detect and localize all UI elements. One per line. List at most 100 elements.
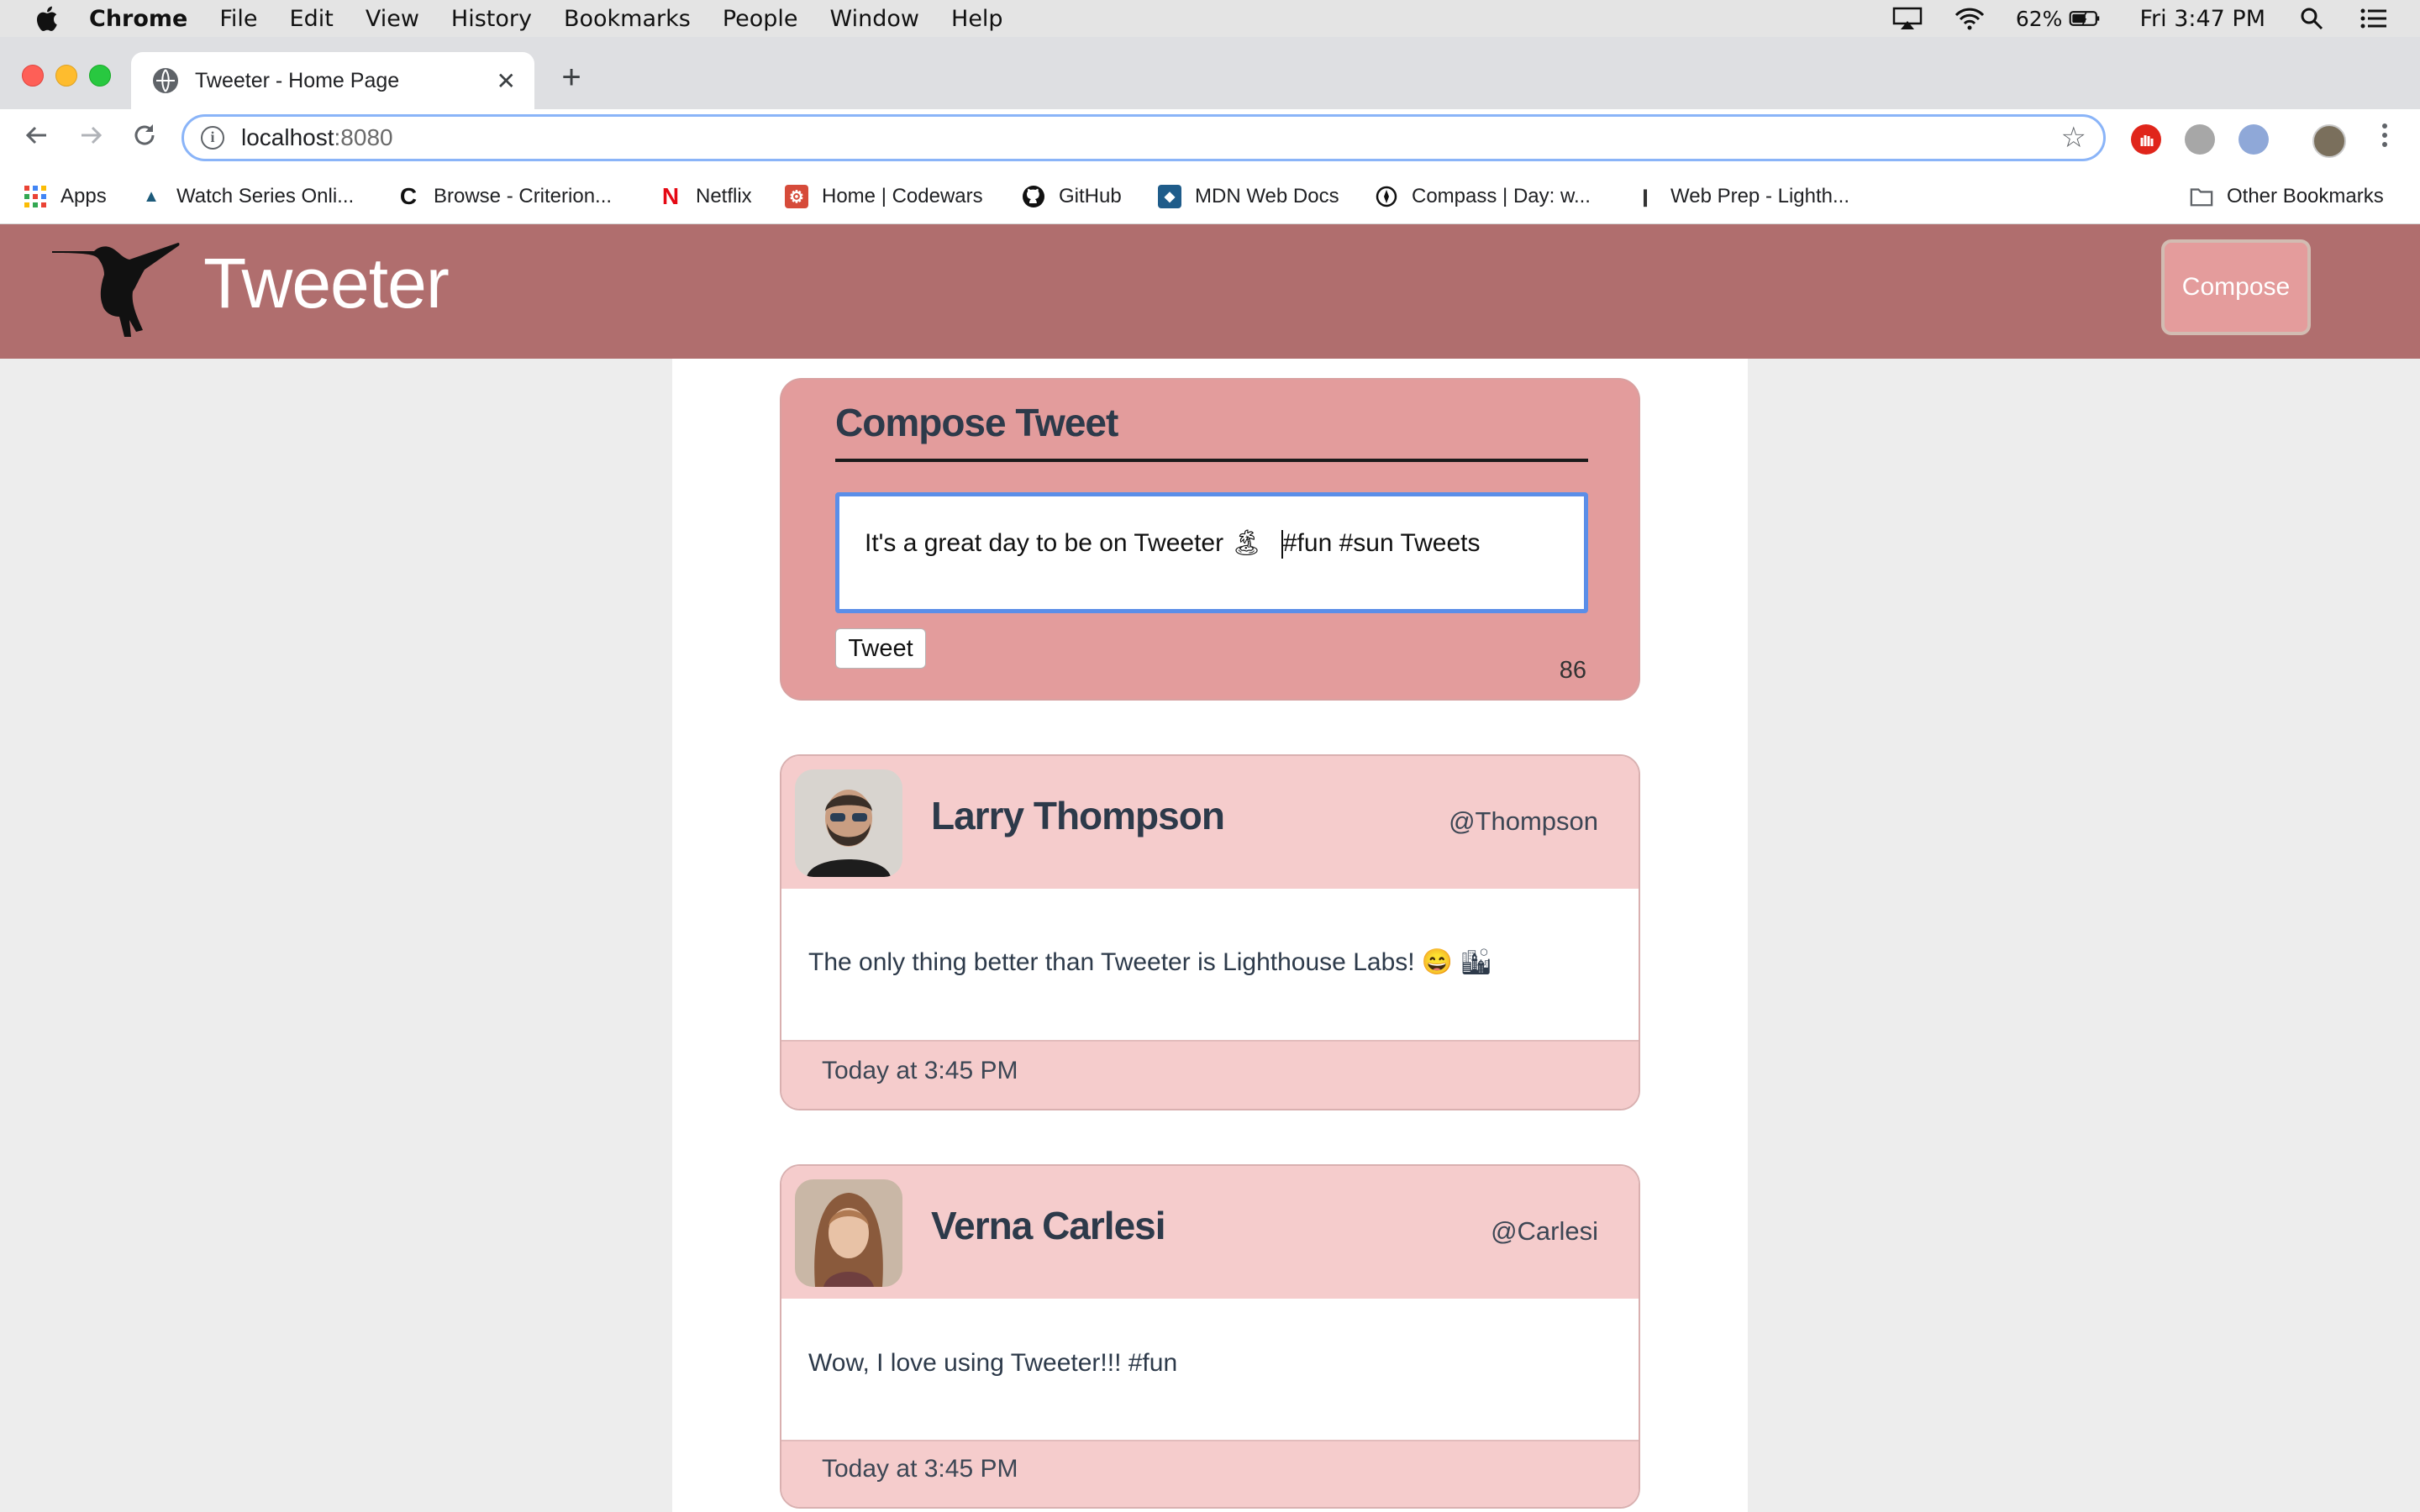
clock[interactable]: Fri 3:47 PM: [2139, 6, 2265, 32]
apps-grid-icon: [24, 185, 47, 208]
adblock-extension-icon[interactable]: [2131, 124, 2161, 155]
tweet-author-handle: @Carlesi: [1491, 1216, 1598, 1246]
character-counter: 86: [1559, 657, 1586, 684]
bookmark-label: Browse - Criterion...: [434, 185, 613, 207]
bookmark-web-prep[interactable]: ❙ Web Prep - Lighth...: [1634, 183, 1849, 210]
tweet-author-name: Larry Thompson: [931, 794, 1225, 837]
bookmark-label: GitHub: [1059, 185, 1122, 207]
bookmark-label: MDN Web Docs: [1195, 185, 1339, 207]
bookmark-watch-series[interactable]: ▲ Watch Series Onli...: [139, 183, 354, 210]
bookmark-label: Apps: [60, 185, 107, 207]
bookmark-codewars[interactable]: ⚙ Home | Codewars: [785, 183, 983, 210]
menu-window[interactable]: Window: [830, 6, 919, 32]
bookmark-criterion[interactable]: C Browse - Criterion...: [397, 183, 612, 210]
menu-history[interactable]: History: [451, 6, 532, 32]
url-host: localhost: [241, 124, 334, 150]
mdn-favicon-icon: ◆: [1158, 185, 1181, 208]
bookmarks-bar: Apps ▲ Watch Series Onli... C Browse - C…: [0, 170, 2420, 224]
profile-avatar[interactable]: [2312, 124, 2346, 158]
notification-center-icon[interactable]: [2358, 6, 2390, 31]
menu-edit[interactable]: Edit: [290, 6, 334, 32]
tab-title: Tweeter - Home Page: [195, 68, 400, 92]
wifi-icon[interactable]: [1954, 6, 1986, 31]
bookmark-compass[interactable]: Compass | Day: w...: [1375, 183, 1591, 210]
window-zoom-button[interactable]: [89, 65, 111, 87]
bookmark-github[interactable]: GitHub: [1022, 183, 1122, 210]
new-tweet-section: Compose Tweet It's a great day to be on …: [780, 378, 1640, 701]
tweet-content: The only thing better than Tweeter is Li…: [808, 948, 1492, 976]
new-tab-plus-icon[interactable]: +: [555, 60, 588, 94]
bookmark-label: Home | Codewars: [822, 185, 983, 207]
kebab-menu-icon[interactable]: [2366, 121, 2403, 158]
lighthouse-favicon-icon: ❙: [1638, 187, 1653, 207]
bookmark-label: Web Prep - Lighth...: [1670, 185, 1849, 207]
extension-icon[interactable]: [2238, 124, 2269, 155]
watch-series-favicon-icon: ▲: [143, 186, 160, 206]
apple-icon[interactable]: [32, 2, 60, 35]
back-arrow-icon[interactable]: [18, 121, 55, 158]
bookmark-mdn[interactable]: ◆ MDN Web Docs: [1158, 183, 1339, 210]
tab-close-icon[interactable]: ✕: [497, 67, 516, 95]
menu-people[interactable]: People: [723, 6, 798, 32]
globe-icon: [153, 68, 178, 93]
tweet-submit-button[interactable]: Tweet: [835, 628, 926, 669]
tweet-author-handle: @Thompson: [1449, 806, 1598, 836]
tweet-author-name: Verna Carlesi: [931, 1204, 1166, 1247]
browser-toolbar: i localhost:8080 ☆: [0, 109, 2420, 170]
tweet-timestamp: Today at 3:45 PM: [822, 1455, 1018, 1483]
avatar: [795, 1179, 902, 1287]
compose-tweet-heading: Compose Tweet: [835, 400, 1588, 462]
menu-help[interactable]: Help: [951, 6, 1003, 32]
spotlight-search-icon[interactable]: [2296, 6, 2328, 31]
hummingbird-logo-icon: [52, 238, 195, 339]
site-info-icon[interactable]: i: [201, 126, 224, 150]
menu-app-chrome[interactable]: Chrome: [89, 6, 187, 32]
reload-icon[interactable]: [126, 121, 163, 158]
compose-button[interactable]: Compose: [2161, 239, 2311, 335]
bookmark-other-bookmarks[interactable]: Other Bookmarks: [2190, 183, 2384, 210]
tweeter-nav-bar: Tweeter Compose: [0, 224, 2420, 359]
bookmark-label: Compass | Day: w...: [1412, 185, 1591, 207]
avatar: [795, 769, 902, 877]
netflix-favicon-icon: N: [661, 183, 680, 209]
window-minimize-button[interactable]: [55, 65, 77, 87]
macos-menu-bar: Chrome File Edit View History Bookmarks …: [0, 0, 2420, 37]
bookmark-apps[interactable]: Apps: [24, 183, 107, 210]
bookmark-label: Netflix: [696, 185, 752, 207]
compass-favicon-icon: [1375, 185, 1398, 208]
bookmark-label: Watch Series Onli...: [176, 185, 355, 207]
browser-tab-active[interactable]: Tweeter - Home Page ✕: [131, 52, 534, 109]
tweet-card: Larry Thompson @Thompson The only thing …: [780, 754, 1640, 1110]
codewars-favicon-icon: ⚙: [785, 185, 808, 208]
battery-icon[interactable]: [2069, 6, 2101, 31]
forward-arrow-icon[interactable]: [72, 121, 109, 158]
tweet-text-before-caret: It's a great day to be on Tweeter 🏝: [865, 529, 1263, 557]
menu-view[interactable]: View: [366, 6, 419, 32]
tweet-textarea[interactable]: It's a great day to be on Tweeter 🏝 #fun…: [835, 492, 1588, 613]
tweet-timestamp: Today at 3:45 PM: [822, 1057, 1018, 1084]
menu-file[interactable]: File: [219, 6, 257, 32]
tweet-footer: Today at 3:45 PM: [781, 1040, 1639, 1109]
github-favicon-icon: [1022, 185, 1045, 208]
tomato-timer-extension-icon[interactable]: [2185, 124, 2215, 155]
window-close-button[interactable]: [22, 65, 44, 87]
bookmark-netflix[interactable]: N Netflix: [659, 183, 752, 210]
brand-title[interactable]: Tweeter: [203, 243, 450, 324]
airplay-icon[interactable]: [1891, 6, 1923, 31]
bookmark-star-icon[interactable]: ☆: [2061, 121, 2086, 155]
criterion-favicon-icon: C: [399, 183, 418, 209]
tweet-content: Wow, I love using Tweeter!!! #fun: [808, 1349, 1178, 1377]
menubar-status-area: 62% Fri 3:47 PM: [1891, 0, 2420, 37]
tweet-header: Larry Thompson @Thompson: [781, 756, 1639, 889]
tweet-card: Verna Carlesi @Carlesi Wow, I love using…: [780, 1164, 1640, 1509]
folder-icon: [2190, 185, 2213, 208]
tweet-footer: Today at 3:45 PM: [781, 1440, 1639, 1507]
bookmark-label: Other Bookmarks: [2227, 185, 2384, 207]
battery-percent: 62%: [2015, 6, 2063, 31]
tweet-header: Verna Carlesi @Carlesi: [781, 1166, 1639, 1299]
address-bar[interactable]: i localhost:8080 ☆: [182, 114, 2106, 161]
menu-bookmarks[interactable]: Bookmarks: [564, 6, 691, 32]
tweet-text-after-caret: #fun #sun Tweets: [1282, 529, 1481, 557]
browser-tab-strip: Tweeter - Home Page ✕ +: [0, 37, 2420, 109]
url-port: :8080: [334, 124, 393, 150]
